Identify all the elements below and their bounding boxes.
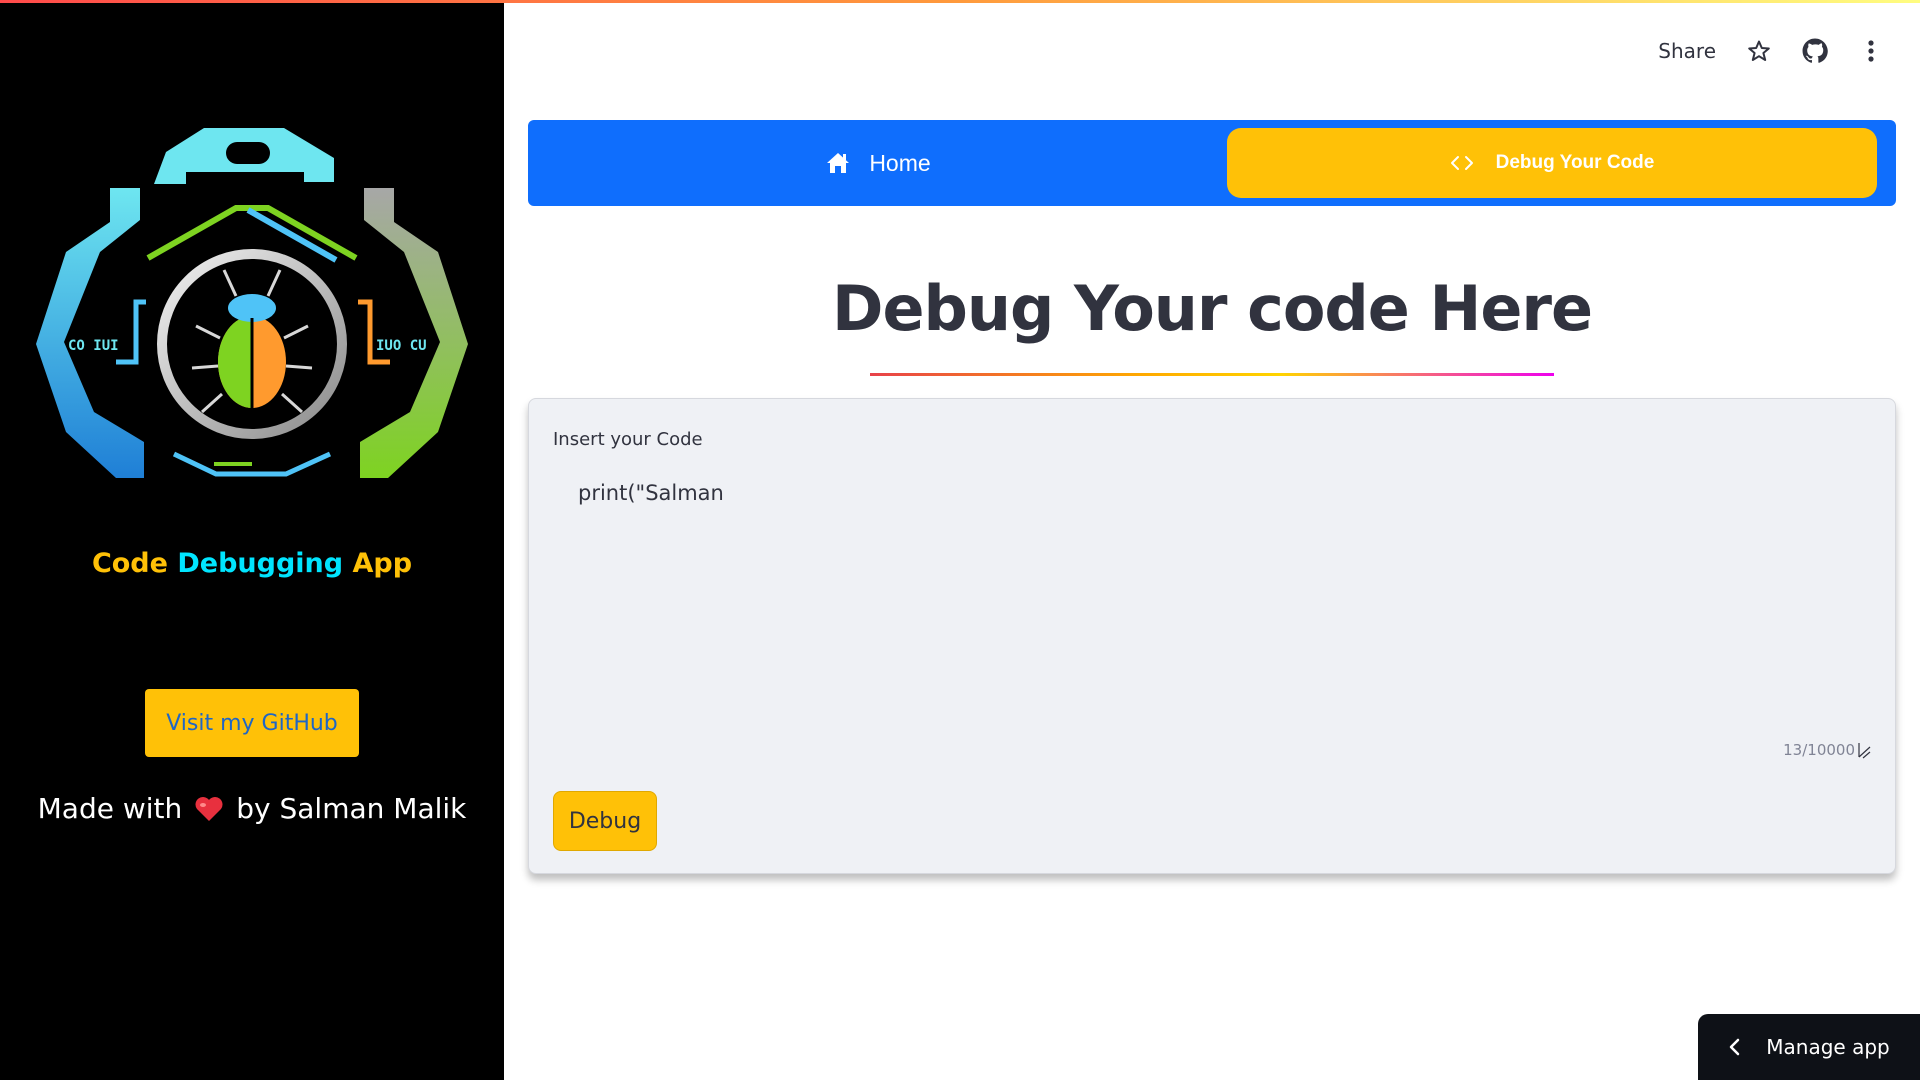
debug-button[interactable]: Debug <box>553 791 657 851</box>
made-with-author: by Salman Malik <box>236 792 467 825</box>
bug-logo: CO IUI IUO CU <box>36 128 468 478</box>
resize-handle-icon[interactable] <box>1857 743 1871 759</box>
code-form: Insert your Code 13/10000 Debug <box>528 398 1896 874</box>
nav-item-debug[interactable]: Debug Your Code <box>1227 128 1877 198</box>
code-input-label: Insert your Code <box>553 429 703 450</box>
nav-home-label: Home <box>869 149 931 176</box>
visit-github-button[interactable]: Visit my GitHub <box>145 689 359 757</box>
github-icon[interactable] <box>1802 38 1828 64</box>
heading-underline <box>870 373 1554 376</box>
top-decoration-bar <box>0 0 1920 3</box>
code-textarea[interactable] <box>553 467 1871 757</box>
nav-item-home[interactable]: Home <box>528 120 1228 206</box>
nav-debug-label: Debug Your Code <box>1495 152 1655 173</box>
option-menu-navbar: Home Debug Your Code <box>528 120 1896 206</box>
header-toolbar: Share <box>1658 38 1884 64</box>
svg-text:CO IUI: CO IUI <box>68 338 119 354</box>
star-icon[interactable] <box>1746 38 1772 64</box>
page-title: Debug Your code Here <box>831 272 1593 345</box>
app-title: Code Debugging App <box>91 548 413 579</box>
heart-icon <box>195 796 223 821</box>
more-vertical-icon[interactable] <box>1858 38 1884 64</box>
made-with-prefix: Made with <box>37 792 183 825</box>
char-count: 13/10000 <box>1783 741 1855 759</box>
manage-app-button[interactable]: Manage app <box>1698 1014 1920 1080</box>
share-button[interactable]: Share <box>1658 39 1716 63</box>
manage-app-label: Manage app <box>1766 1035 1890 1059</box>
svg-text:IUO CU: IUO CU <box>376 338 427 354</box>
code-icon <box>1450 156 1473 170</box>
sidebar: CO IUI IUO CU Code Debugging App Visit m… <box>0 0 504 1080</box>
chevron-left-icon <box>1730 1038 1740 1056</box>
made-with-credit: Made with by Salman Malik <box>0 792 504 825</box>
house-icon <box>827 153 850 173</box>
